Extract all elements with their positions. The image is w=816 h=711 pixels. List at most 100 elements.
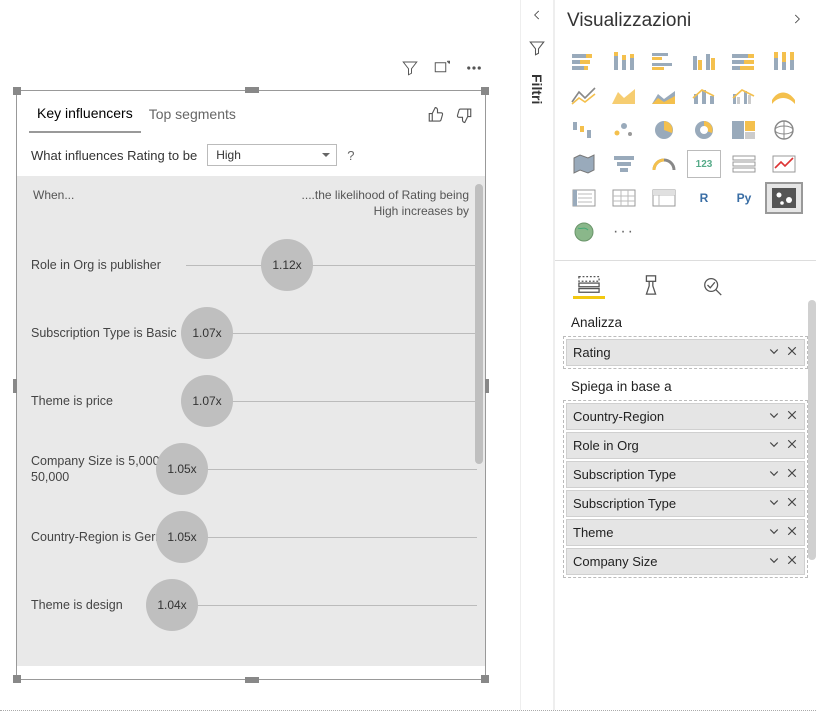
collapse-pane-icon[interactable] [790,10,804,32]
field-chip-label: Theme [573,525,613,540]
viz-table-icon[interactable] [607,184,641,212]
influencer-row[interactable]: Subscription Type is Basic1.07x [31,299,477,367]
viz-filledmap-icon[interactable] [567,150,601,178]
field-chip-label: Role in Org [573,438,639,453]
field-chip[interactable]: Subscription Type [566,461,805,488]
thumbs-down-icon[interactable] [455,106,473,127]
connector-line [186,265,477,266]
viz-matrix-icon[interactable] [647,184,681,212]
close-icon[interactable] [786,525,798,540]
field-chip[interactable]: Country-Region [566,403,805,430]
viz-scatter-icon[interactable] [607,116,641,144]
resize-handle[interactable] [481,675,489,683]
viz-ribbon-icon[interactable] [767,82,801,110]
viz-key-influencers-icon[interactable] [767,184,801,212]
explain-fieldwell[interactable]: Country-Region Role in Org Subscription Ty… [563,400,808,578]
tab-key-influencers[interactable]: Key influencers [29,99,141,133]
scrollbar[interactable] [475,184,483,464]
chevron-down-icon[interactable] [768,438,780,453]
viz-clustered-bar-icon[interactable] [647,48,681,76]
influencer-row[interactable]: Theme is price1.07x [31,367,477,435]
visual-container[interactable]: Key influencers Top segments What influe… [16,90,486,680]
close-icon[interactable] [786,554,798,569]
chevron-down-icon[interactable] [768,554,780,569]
resize-handle[interactable] [245,677,259,683]
viz-more-icon[interactable]: ··· [607,218,641,246]
chevron-down-icon[interactable] [768,525,780,540]
viz-funnel-icon[interactable] [607,150,641,178]
chevron-down-icon[interactable] [768,467,780,482]
influencer-label: Theme is price [31,393,186,409]
viz-map-icon[interactable] [767,116,801,144]
viz-treemap-icon[interactable] [727,116,761,144]
viz-line-clusteredcolumn-icon[interactable] [727,82,761,110]
resize-handle[interactable] [13,87,21,95]
viz-pie-icon[interactable] [647,116,681,144]
viz-area-icon[interactable] [607,82,641,110]
field-chip[interactable]: Theme [566,519,805,546]
filter-icon[interactable] [401,59,419,77]
field-chip[interactable]: Role in Org [566,432,805,459]
influencer-row[interactable]: Country-Region is Germany1.05x [31,503,477,571]
more-options-icon[interactable] [465,59,483,77]
value-dropdown[interactable]: High [207,144,337,166]
field-chip[interactable]: Rating [566,339,805,366]
viz-stacked-column-icon[interactable] [607,48,641,76]
close-icon[interactable] [786,467,798,482]
influencer-bubble[interactable]: 1.05x [156,443,208,495]
close-icon[interactable] [786,496,798,511]
field-chip[interactable]: Subscription Type [566,490,805,517]
close-icon[interactable] [786,409,798,424]
viz-100stacked-column-icon[interactable] [767,48,801,76]
analytics-tab-icon[interactable] [697,271,729,299]
close-icon[interactable] [786,438,798,453]
influencer-bubble[interactable]: 1.05x [156,511,208,563]
viz-card-icon[interactable]: 123 [687,150,721,178]
viz-stacked-bar-icon[interactable] [567,48,601,76]
expand-filters-icon[interactable] [530,8,544,25]
viz-line-icon[interactable] [567,82,601,110]
resize-handle[interactable] [481,87,489,95]
viz-donut-icon[interactable] [687,116,721,144]
viz-clustered-column-icon[interactable] [687,48,721,76]
viz-100stacked-bar-icon[interactable] [727,48,761,76]
viz-stacked-area-icon[interactable] [647,82,681,110]
influencer-row[interactable]: Company Size is 5,000 - 50,0001.05x [31,435,477,503]
influencer-label: Subscription Type is Basic [31,325,186,341]
influencer-bubble[interactable]: 1.12x [261,239,313,291]
pane-scrollbar[interactable] [808,300,816,560]
thumbs-up-icon[interactable] [427,106,445,127]
field-chip-label: Country-Region [573,409,664,424]
filters-pane-title[interactable]: Filtri [529,74,545,104]
connector-line [186,605,477,606]
viz-multirow-icon[interactable] [727,150,761,178]
explain-section-label: Spiega in base a [555,369,816,400]
viz-waterfall-icon[interactable] [567,116,601,144]
viz-arcgis-icon[interactable] [567,218,601,246]
analyze-fieldwell[interactable]: Rating [563,336,808,369]
influencer-bubble[interactable]: 1.04x [146,579,198,631]
influencer-bubble[interactable]: 1.07x [181,307,233,359]
tab-top-segments[interactable]: Top segments [141,100,244,132]
resize-handle[interactable] [245,87,259,93]
resize-handle[interactable] [13,675,21,683]
viz-line-stackedcolumn-icon[interactable] [687,82,721,110]
format-tab-icon[interactable] [635,271,667,299]
viz-python-icon[interactable]: Py [727,184,761,212]
viz-slicer-icon[interactable] [567,184,601,212]
influencer-row[interactable]: Theme is design1.04x [31,571,477,639]
viz-r-icon[interactable]: R [687,184,721,212]
focus-mode-icon[interactable] [433,59,451,77]
fields-tab-icon[interactable] [573,271,605,299]
connector-line [186,537,477,538]
viz-gauge-icon[interactable] [647,150,681,178]
close-icon[interactable] [786,345,798,360]
field-chip[interactable]: Company Size [566,548,805,575]
chevron-down-icon[interactable] [768,409,780,424]
viz-kpi-icon[interactable] [767,150,801,178]
influencer-bubble[interactable]: 1.07x [181,375,233,427]
chevron-down-icon[interactable] [768,496,780,511]
chevron-down-icon[interactable] [768,345,780,360]
help-icon[interactable]: ? [347,148,354,163]
influencer-row[interactable]: Role in Org is publisher1.12x [31,231,477,299]
